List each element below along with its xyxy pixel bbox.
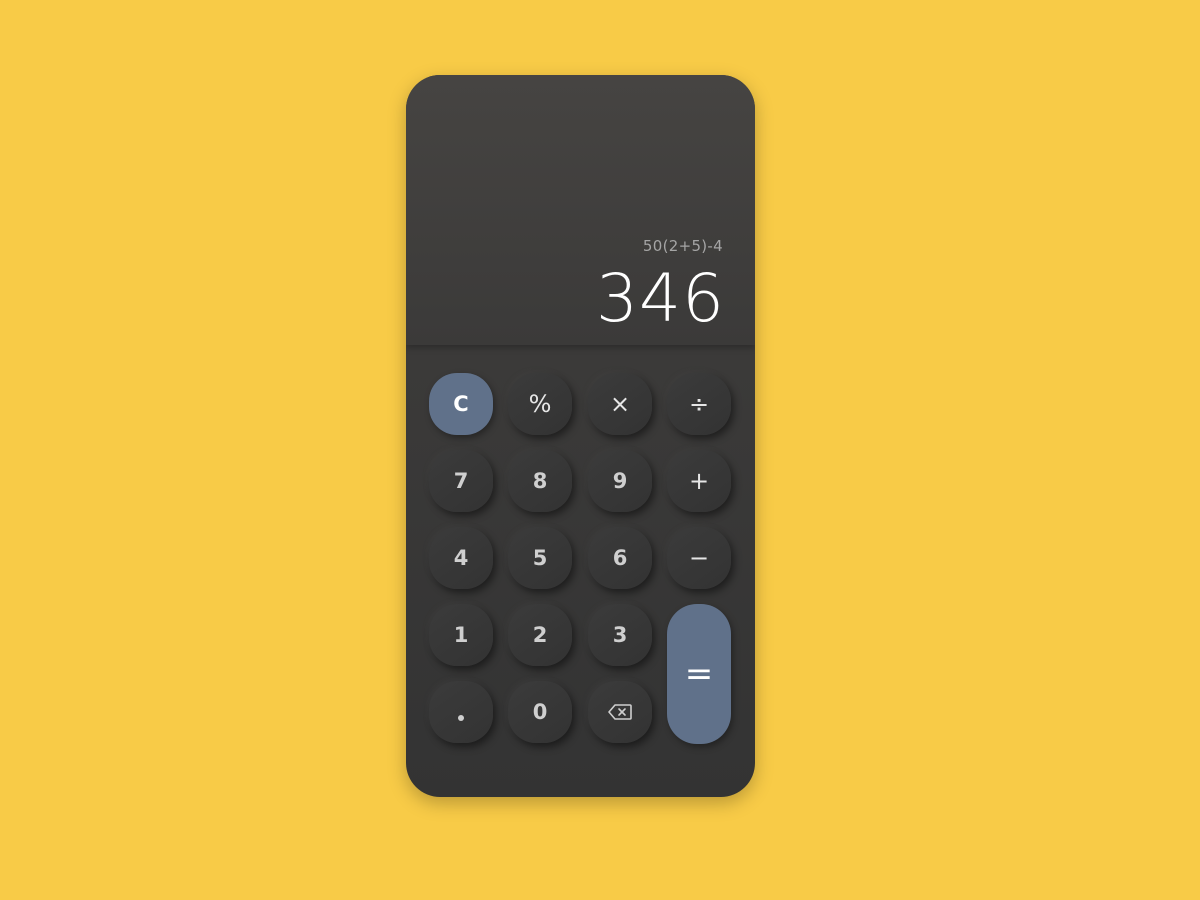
three-button[interactable]: 3 xyxy=(588,604,652,666)
clear-button[interactable]: C xyxy=(429,373,493,435)
equals-button[interactable]: = xyxy=(667,604,731,744)
seven-button[interactable]: 7 xyxy=(429,450,493,512)
multiply-button[interactable]: × xyxy=(588,373,652,435)
plus-button[interactable]: + xyxy=(667,450,731,512)
calculator-device: 50(2+5)-4 346 C % × ÷ 7 8 9 + 4 5 6 − 1 … xyxy=(406,75,755,797)
display-panel: 50(2+5)-4 346 xyxy=(406,75,755,345)
six-button[interactable]: 6 xyxy=(588,527,652,589)
expression-text: 50(2+5)-4 xyxy=(642,237,723,255)
decimal-point-icon xyxy=(458,715,464,721)
percent-button[interactable]: % xyxy=(508,373,572,435)
eight-button[interactable]: 8 xyxy=(508,450,572,512)
four-button[interactable]: 4 xyxy=(429,527,493,589)
result-text: 346 xyxy=(596,260,725,337)
nine-button[interactable]: 9 xyxy=(588,450,652,512)
keypad: C % × ÷ 7 8 9 + 4 5 6 − 1 2 3 = 0 xyxy=(406,345,755,797)
divide-button[interactable]: ÷ xyxy=(667,373,731,435)
minus-button[interactable]: − xyxy=(667,527,731,589)
two-button[interactable]: 2 xyxy=(508,604,572,666)
zero-button[interactable]: 0 xyxy=(508,681,572,743)
decimal-button[interactable] xyxy=(429,681,493,743)
one-button[interactable]: 1 xyxy=(429,604,493,666)
backspace-button[interactable] xyxy=(588,681,652,743)
five-button[interactable]: 5 xyxy=(508,527,572,589)
backspace-icon xyxy=(608,704,632,720)
